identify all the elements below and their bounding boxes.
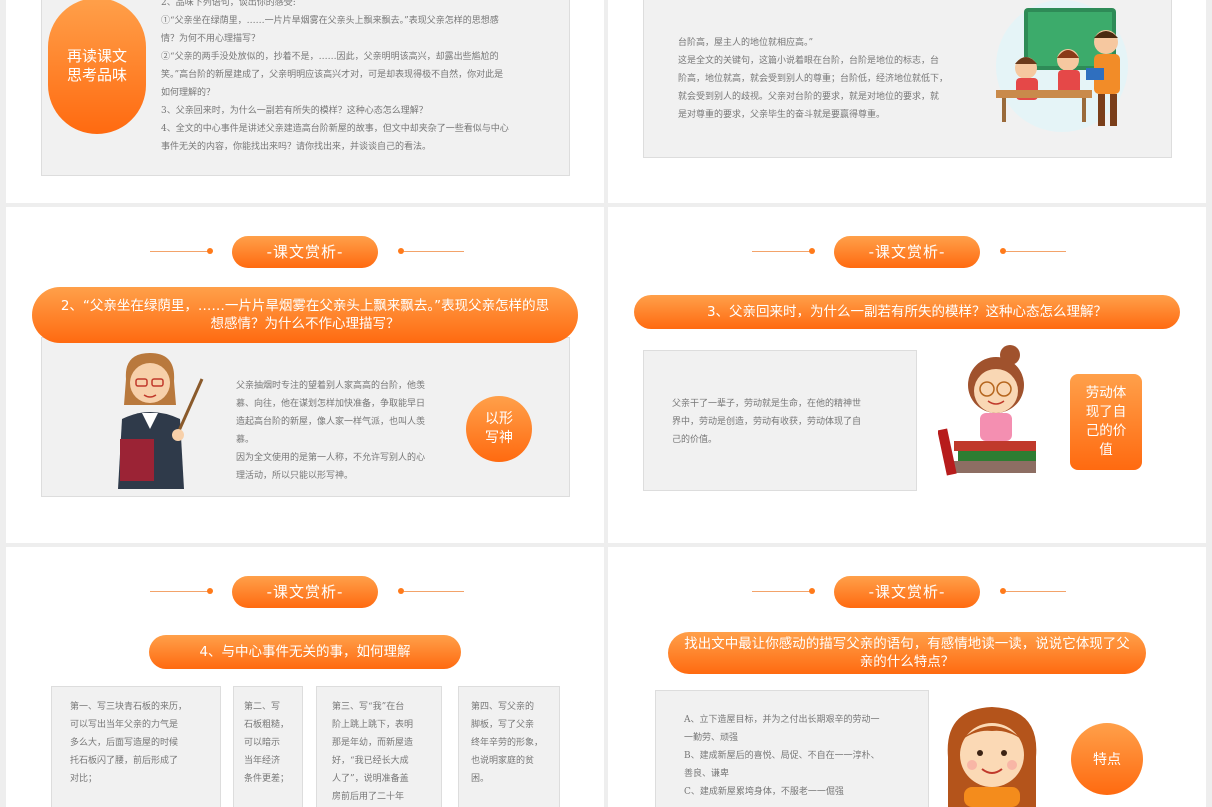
traits-text: A、立下造屋目标，并为之付出长期艰辛的劳动一 一勤劳、顽强 B、建成新屋后的喜悦… [684, 715, 880, 797]
title-dot-left [809, 248, 815, 254]
question-banner: 4、与中心事件无关的事，如何理解 [149, 635, 461, 669]
girl-illustration [947, 707, 1037, 807]
question-banner: 2、“父亲坐在绿荫里，……一片片旱烟雾在父亲头上飘来飘去。”表现父亲怎样的思想感… [32, 287, 578, 343]
slide-4[interactable]: -课文赏析- 3、父亲回来时，为什么一副若有所失的模样？这种心态怎么理解？ 父亲… [608, 207, 1206, 543]
title-dot-left [207, 588, 213, 594]
reread-badge: 再读课文 思考品味 [48, 0, 146, 134]
section-title: -课文赏析- [232, 576, 378, 608]
section-title: -课文赏析- [834, 576, 980, 608]
point-text-1: 第一、写三块青石板的来历， 可以写出当年父亲的力气是 多么大，后面写造屋的时候 托石… [70, 702, 188, 784]
slide-5[interactable]: -课文赏析- 4、与中心事件无关的事，如何理解 第一、写三块青石板的来历， 可以写… [6, 547, 604, 807]
point-text-2: 第二、写 石板粗糙， 可以暗示 当年经济 条件更差； [244, 702, 290, 784]
question-banner: 找出文中最让你感动的描写父亲的语句，有感情地读一读，说说它体现了父亲的什么特点？ [668, 632, 1146, 674]
title-line-left [150, 251, 210, 252]
teacher-illustration [118, 353, 204, 489]
key-sentence-text: 台阶高，屋主人的地位就相应高。” 这是全文的关键句，这篇小说着眼在台阶，台阶是地… [678, 38, 949, 120]
title-line-right [1006, 591, 1066, 592]
keyword-circle: 特点 [1071, 723, 1143, 795]
title-line-left [150, 591, 210, 592]
title-line-right [1006, 251, 1066, 252]
analysis-text: 父亲抽烟时专注的望着别人家高高的台阶，他羡 慕、向往，他在谋划怎样加快准备，争取… [236, 381, 426, 481]
question-banner: 3、父亲回来时，为什么一副若有所失的模样？这种心态怎么理解？ [634, 295, 1180, 329]
slide-1[interactable]: 再读课文 思考品味 2、品味下列语句，谈出你的感受: ①“父亲坐在绿荫里，……一… [6, 0, 604, 203]
point-text-4: 第四、写父亲的 脚板，写了父亲 终年辛劳的形象， 也说明家庭的贫 困。 [471, 702, 544, 784]
point-text-3: 第三、写“我”在台 阶上跳上跳下，表明 那是年幼，而新屋造 好，“我已经长大成 人了”… [332, 702, 414, 802]
title-line-left [752, 251, 812, 252]
girl-on-books-illustration [938, 345, 1036, 476]
slide-3[interactable]: -课文赏析- 2、“父亲坐在绿荫里，……一片片旱烟雾在父亲头上飘来飘去。”表现父… [6, 207, 604, 543]
section-title: -课文赏析- [834, 236, 980, 268]
title-line-right [404, 591, 464, 592]
section-title: -课文赏析- [232, 236, 378, 268]
title-line-right [404, 251, 464, 252]
question-list: 2、品味下列语句，谈出你的感受: ①“父亲坐在绿荫里，……一片片旱烟雾在父亲头上… [161, 0, 509, 152]
classroom-illustration [996, 0, 1128, 132]
title-line-left [752, 591, 812, 592]
keyword-box: 劳动体 现了自 己的价 值 [1070, 374, 1142, 470]
title-dot-left [207, 248, 213, 254]
slide-6[interactable]: -课文赏析- 找出文中最让你感动的描写父亲的语句，有感情地读一读，说说它体现了父… [608, 547, 1206, 807]
keyword-circle: 以形 写神 [466, 396, 532, 462]
title-dot-left [809, 588, 815, 594]
analysis-text: 父亲干了一辈子，劳动就是生命，在他的精神世 界中，劳动是创造，劳动有收获，劳动体… [672, 399, 862, 445]
slide-2[interactable]: 台阶高，屋主人的地位就相应高。” 这是全文的关键句，这篇小说着眼在台阶，台阶是地… [608, 0, 1206, 203]
